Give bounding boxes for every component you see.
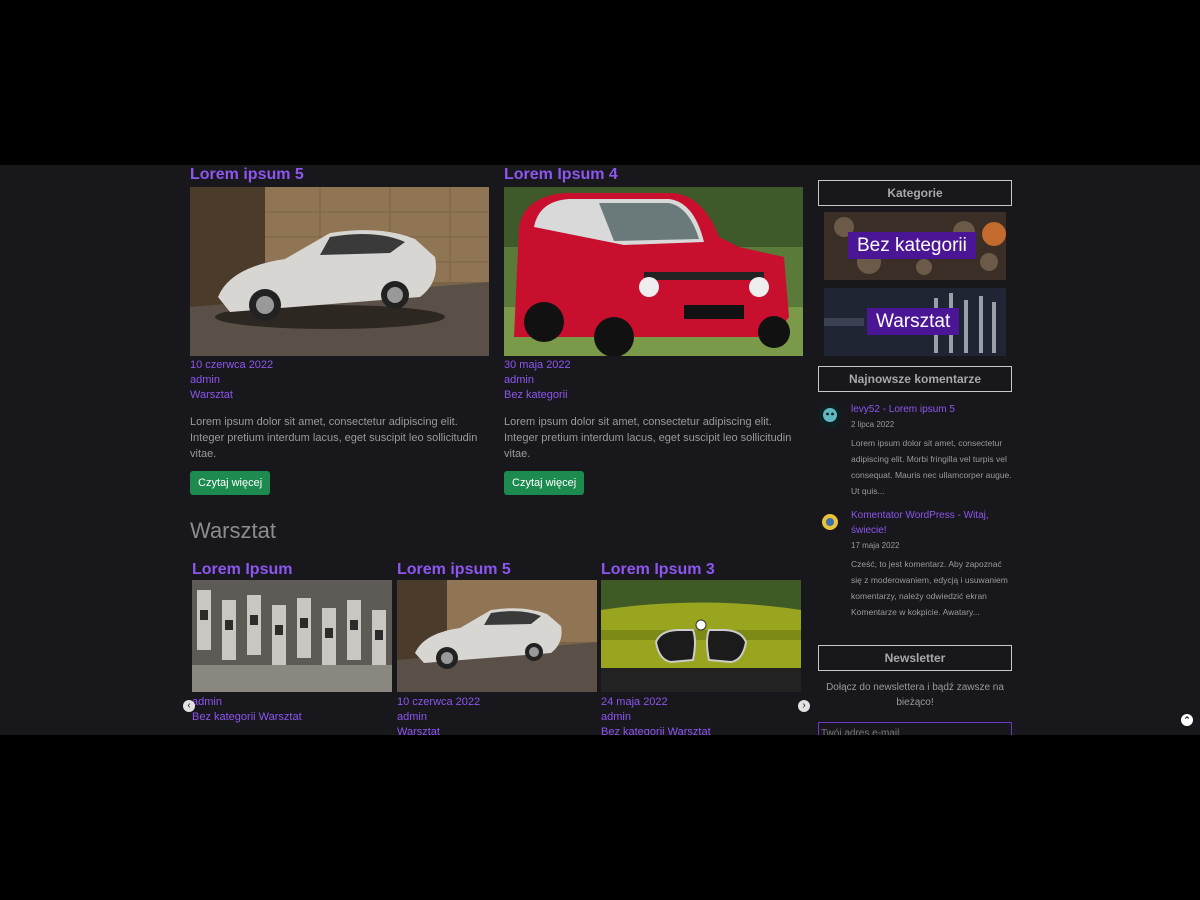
comments-widget-title: Najnowsze komentarze bbox=[818, 366, 1012, 392]
card-meta-link[interactable]: 24 maja 2022 bbox=[601, 695, 801, 710]
card-meta-link[interactable] bbox=[192, 725, 392, 735]
post-author-link[interactable]: admin bbox=[504, 373, 804, 388]
card-title-link[interactable]: Lorem Ipsum 3 bbox=[601, 560, 801, 580]
red-small-car-image[interactable] bbox=[504, 187, 803, 356]
card-meta-link[interactable]: Warsztat bbox=[397, 725, 597, 735]
comment-date: 2 lipca 2022 bbox=[851, 420, 895, 429]
comment-date: 17 maja 2022 bbox=[851, 541, 900, 550]
read-more-button[interactable]: Czytaj więcej bbox=[504, 471, 585, 495]
post-card: Lorem ipsum 5 10 czerwca 2022 admin Wars… bbox=[190, 165, 490, 495]
avatar bbox=[818, 510, 842, 534]
post-category-link[interactable]: Bez kategorii bbox=[504, 388, 804, 403]
card-meta-link[interactable]: admin bbox=[397, 710, 597, 725]
newsletter-widget-title: Newsletter bbox=[818, 645, 1012, 671]
comment-item: Komentator WordPress - Witaj, świecie! 1… bbox=[818, 508, 1012, 620]
post-date-link[interactable]: 30 maja 2022 bbox=[504, 358, 804, 373]
post-title-link[interactable]: Lorem Ipsum 4 bbox=[504, 165, 804, 187]
card-meta-link[interactable]: admin bbox=[601, 710, 801, 725]
category-label: Warsztat bbox=[867, 308, 960, 335]
card-title-link[interactable]: Lorem Ipsum bbox=[192, 560, 392, 580]
carousel-card: Lorem ipsum 5 10 czerwca 2022 admin Wars… bbox=[397, 560, 597, 735]
post-excerpt: Lorem ipsum dolor sit amet, consectetur … bbox=[190, 416, 478, 460]
newsletter-text: Dołącz do newslettera i bądź zawsze na b… bbox=[826, 682, 1004, 708]
comment-link[interactable]: Komentator WordPress - Witaj, świecie! bbox=[851, 508, 1012, 538]
post-date-link[interactable]: 10 czerwca 2022 bbox=[190, 358, 490, 373]
category-tile-bez-kategorii[interactable]: Bez kategorii bbox=[824, 212, 1006, 280]
post-author-link[interactable]: admin bbox=[190, 373, 490, 388]
carousel-card: Lorem Ipsum admin Bez kategorii Warsztat bbox=[192, 560, 392, 735]
white-sports-car-image[interactable] bbox=[397, 580, 597, 692]
categories-widget-title: Kategorie bbox=[818, 180, 1012, 206]
card-meta-link[interactable]: 10 czerwca 2022 bbox=[397, 695, 597, 710]
comment-text: Lorem ipsum dolor sit amet, consectetur … bbox=[851, 438, 1012, 496]
post-excerpt: Lorem ipsum dolor sit amet, consectetur … bbox=[504, 416, 792, 460]
chevron-left-icon[interactable]: ‹ bbox=[183, 700, 195, 712]
comment-link[interactable]: levy52 - Lorem ipsum 5 bbox=[851, 402, 1012, 417]
post-title-link[interactable]: Lorem ipsum 5 bbox=[190, 165, 490, 187]
post-category-link[interactable]: Warsztat bbox=[190, 388, 490, 403]
card-meta-link[interactable]: Bez kategorii Warsztat bbox=[601, 725, 801, 735]
category-label: Bez kategorii bbox=[848, 232, 976, 259]
chevron-right-icon[interactable]: › bbox=[798, 700, 810, 712]
card-meta-link[interactable]: Bez kategorii Warsztat bbox=[192, 710, 392, 725]
card-title-link[interactable]: Lorem ipsum 5 bbox=[397, 560, 597, 580]
card-meta-link[interactable]: admin bbox=[192, 695, 392, 710]
carousel-card: Lorem Ipsum 3 24 maja 2022 admin Bez kat… bbox=[601, 560, 801, 735]
section-heading: Warsztat bbox=[190, 518, 276, 543]
avatar bbox=[818, 404, 842, 428]
comment-text: Cześć, to jest komentarz. Aby zapoznać s… bbox=[851, 559, 1008, 617]
scroll-to-top-icon[interactable]: ⌃ bbox=[1179, 712, 1195, 728]
green-bmw-image[interactable] bbox=[601, 580, 801, 692]
newsletter-email-input[interactable] bbox=[818, 722, 1012, 735]
page-viewport: Lorem ipsum 5 10 czerwca 2022 admin Wars… bbox=[0, 165, 1200, 735]
engine-valves-image[interactable] bbox=[192, 580, 392, 692]
category-tile-warsztat[interactable]: Warsztat bbox=[824, 288, 1006, 356]
read-more-button[interactable]: Czytaj więcej bbox=[190, 471, 271, 495]
post-card: Lorem Ipsum 4 30 maja 2022 admin Bez kat… bbox=[504, 165, 804, 495]
white-sports-car-image[interactable] bbox=[190, 187, 489, 356]
comment-item: levy52 - Lorem ipsum 5 2 lipca 2022 Lore… bbox=[818, 402, 1012, 499]
